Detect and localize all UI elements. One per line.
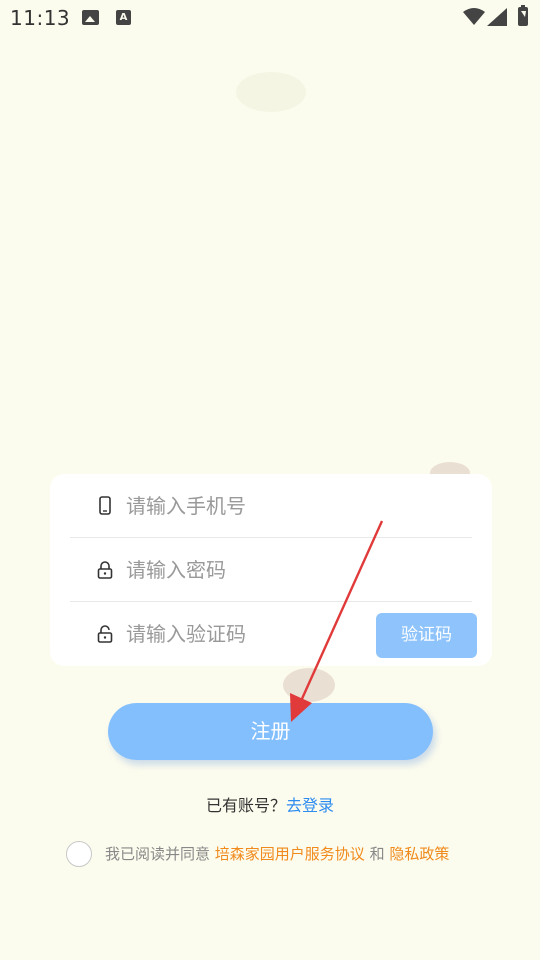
- agreement-text: 我已阅读并同意 培森家园用户服务协议 和 隐私政策: [105, 843, 449, 864]
- lock-icon: [97, 561, 113, 579]
- login-prompt-text: 已有账号？: [205, 796, 286, 815]
- register-form-card: 验证码: [50, 474, 492, 666]
- wifi-icon: [463, 8, 485, 25]
- privacy-policy-link[interactable]: 隐私政策: [389, 845, 449, 863]
- agreement-prefix: 我已阅读并同意: [105, 845, 211, 863]
- image-icon: [82, 10, 99, 25]
- phone-input[interactable]: [126, 488, 356, 524]
- unlock-icon: [97, 625, 113, 643]
- get-code-button[interactable]: 验证码: [376, 613, 477, 658]
- a-notification-icon: A: [116, 10, 131, 25]
- status-bar: 11:13 A: [0, 0, 540, 36]
- agreement-conjunction: 和: [369, 845, 385, 863]
- password-input[interactable]: [126, 552, 356, 588]
- status-time: 11:13: [10, 6, 71, 30]
- verification-code-input[interactable]: [126, 616, 356, 652]
- password-field-row: [70, 538, 472, 602]
- terms-of-service-link[interactable]: 培森家园用户服务协议: [215, 845, 365, 863]
- go-login-link[interactable]: 去登录: [286, 796, 334, 815]
- phone-icon: [99, 496, 111, 515]
- battery-charging-icon: [518, 5, 528, 26]
- background-decoration: [236, 72, 306, 112]
- register-button[interactable]: 注册: [108, 703, 433, 760]
- background-decoration: [283, 668, 335, 702]
- phone-field-row: [70, 474, 472, 538]
- code-field-row: 验证码: [70, 602, 477, 666]
- agreement-checkbox[interactable]: [66, 841, 92, 867]
- login-prompt: 已有账号？去登录: [0, 792, 540, 816]
- signal-icon: [487, 8, 507, 26]
